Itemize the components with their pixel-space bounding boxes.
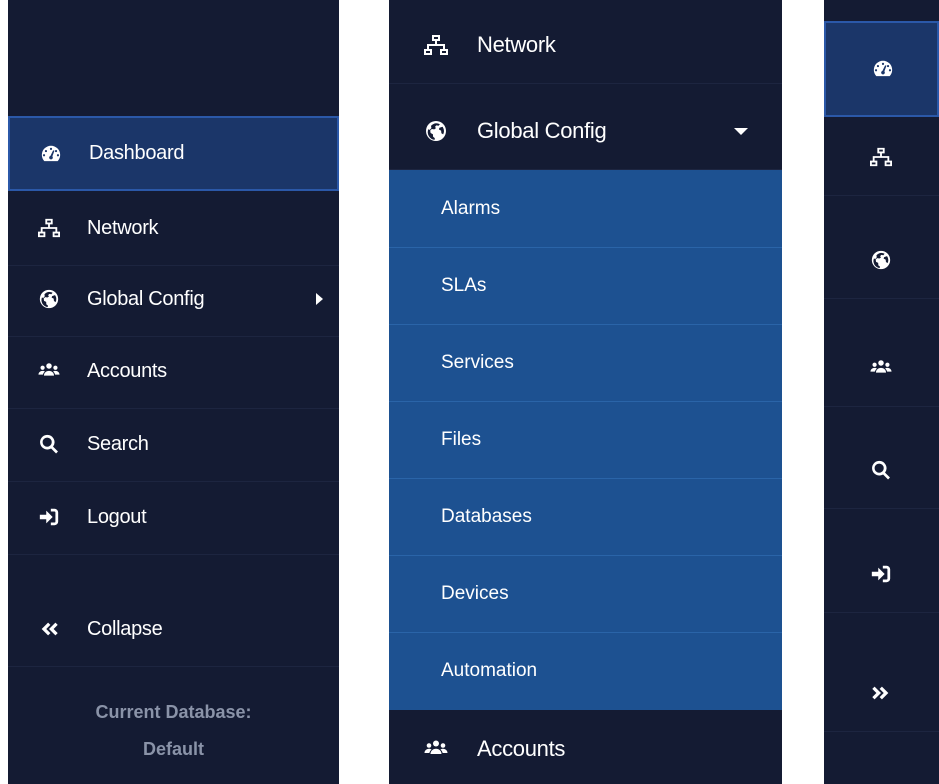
dashboard-icon (870, 56, 896, 82)
caret-right-icon (316, 293, 323, 305)
globe-icon (36, 286, 62, 312)
expand-button[interactable] (824, 655, 939, 732)
current-database-value: Default (142, 739, 204, 759)
submenu-item-devices[interactable]: Devices (389, 555, 782, 632)
sidebar-icon-global-config[interactable] (824, 222, 939, 299)
submenu-item-files[interactable]: Files (389, 401, 782, 478)
network-icon (36, 215, 62, 241)
sidebar-item-accounts[interactable]: Accounts (389, 710, 782, 784)
dashboard-icon (38, 141, 64, 167)
globe-icon (423, 118, 449, 144)
sidebar-item-global-config[interactable]: Global Config (8, 262, 339, 337)
sidebar-item-label: Accounts (477, 736, 566, 761)
submenu-sidebar: Network Global Config Alarms SLAs Servic… (389, 0, 782, 784)
current-database-title: Current Database: (95, 702, 252, 722)
logout-icon (36, 504, 62, 530)
submenu-item-slas[interactable]: SLAs (389, 247, 782, 324)
sidebar-item-label: Network (477, 31, 556, 57)
collapse-button[interactable]: Collapse (8, 592, 339, 667)
users-icon (36, 358, 62, 384)
network-icon (423, 32, 449, 58)
sidebar-icon-search[interactable] (824, 432, 939, 509)
search-icon (868, 457, 894, 483)
globe-icon (868, 247, 894, 273)
collapsed-sidebar (824, 0, 939, 784)
sidebar-item-network[interactable]: Network (389, 6, 782, 84)
double-chevron-left-icon (36, 616, 62, 642)
submenu-item-databases[interactable]: Databases (389, 478, 782, 555)
logout-icon (868, 561, 894, 587)
global-config-submenu: Alarms SLAs Services Files Databases Dev… (389, 170, 782, 710)
sidebar-item-logout[interactable]: Logout (8, 480, 339, 555)
sidebar-icon-network[interactable] (824, 119, 939, 196)
sidebar-icon-logout[interactable] (824, 536, 939, 613)
search-icon (36, 431, 62, 457)
sidebar-item-label: Global Config (87, 287, 205, 310)
sidebar-item-label: Dashboard (89, 142, 185, 164)
collapse-label: Collapse (87, 617, 163, 640)
sidebar-icon-accounts[interactable] (824, 330, 939, 407)
users-icon (868, 355, 894, 381)
sidebar-item-network[interactable]: Network (8, 191, 339, 266)
sidebar-item-dashboard[interactable]: Dashboard (8, 116, 339, 191)
network-icon (868, 144, 894, 170)
expanded-sidebar: Dashboard Network Global Config Accounts… (8, 0, 339, 784)
sidebar-item-label: Logout (87, 505, 147, 528)
submenu-item-automation[interactable]: Automation (389, 632, 782, 709)
caret-down-icon (734, 127, 748, 135)
current-database: Current Database: Default (8, 694, 339, 768)
sidebar-item-label: Network (87, 216, 159, 239)
sidebar-item-search[interactable]: Search (8, 407, 339, 482)
double-chevron-right-icon (868, 680, 894, 706)
sidebar-item-label: Global Config (477, 117, 607, 143)
sidebar-icon-dashboard[interactable] (824, 21, 939, 117)
submenu-item-services[interactable]: Services (389, 324, 782, 401)
users-icon (423, 736, 449, 762)
sidebar-item-global-config[interactable]: Global Config (389, 92, 782, 170)
sidebar-item-label: Accounts (87, 359, 167, 382)
submenu-item-alarms[interactable]: Alarms (389, 170, 782, 247)
sidebar-item-accounts[interactable]: Accounts (8, 334, 339, 409)
sidebar-item-label: Search (87, 432, 149, 455)
